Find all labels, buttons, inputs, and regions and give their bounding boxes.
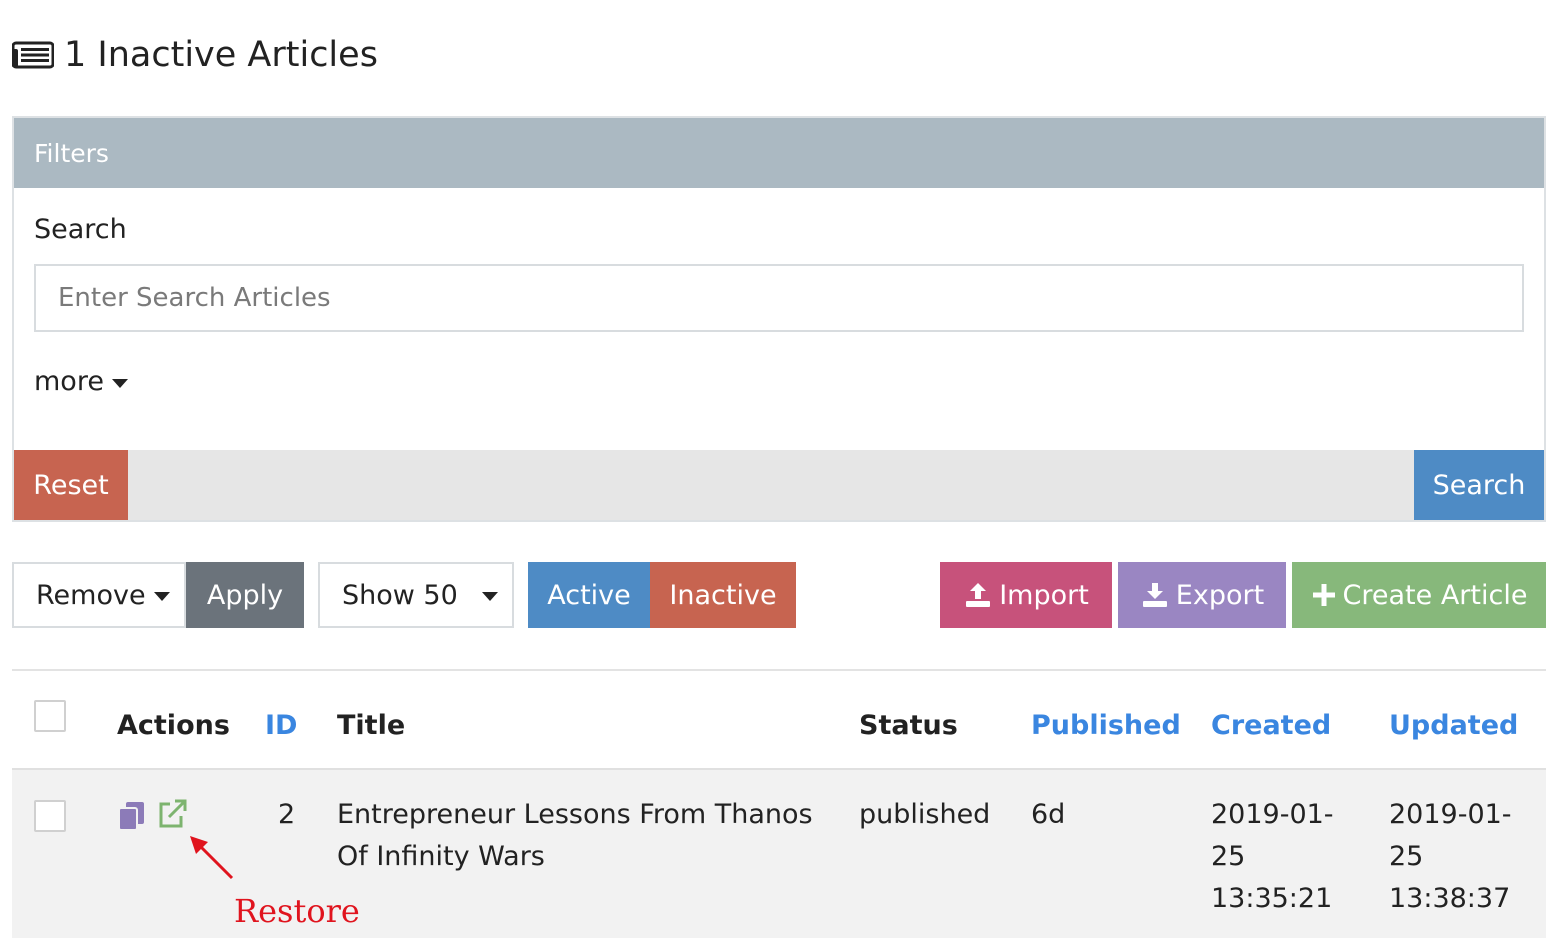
section-divider xyxy=(12,669,1546,671)
row-id: 2 xyxy=(278,799,296,830)
download-icon xyxy=(1142,583,1167,607)
search-button[interactable]: Search xyxy=(1414,450,1544,520)
page-title: 1 Inactive Articles xyxy=(12,30,378,80)
column-header-id[interactable]: ID xyxy=(265,710,297,741)
export-label: Export xyxy=(1175,579,1265,611)
export-button[interactable]: Export xyxy=(1118,562,1286,628)
row-title-line2: Of Infinity Wars xyxy=(337,841,545,872)
row-published: 6d xyxy=(1031,799,1066,830)
row-updated-line2: 25 xyxy=(1389,841,1424,872)
inactive-filter-button[interactable]: Inactive xyxy=(650,562,796,628)
caret-down-icon xyxy=(482,592,498,601)
caret-down-icon xyxy=(154,592,170,601)
column-header-actions: Actions xyxy=(117,710,230,741)
row-updated: 2019-01- 25 13:38:37 xyxy=(1389,794,1512,920)
toolbar: Remove Apply Show 50 Active Inactive Imp… xyxy=(12,562,1546,628)
row-title[interactable]: Entrepreneur Lessons From Thanos Of Infi… xyxy=(337,794,813,878)
row-created: 2019-01- 25 13:35:21 xyxy=(1211,794,1334,920)
restore-icon[interactable] xyxy=(156,798,188,830)
filters-header: Filters xyxy=(14,118,1544,188)
row-created-line1: 2019-01- xyxy=(1211,799,1334,830)
row-created-line2: 25 xyxy=(1211,841,1246,872)
newspaper-icon xyxy=(12,41,54,69)
reset-button[interactable]: Reset xyxy=(14,450,128,520)
plus-icon xyxy=(1312,584,1335,606)
page-size-value: Show 50 xyxy=(342,579,458,611)
search-label: Search xyxy=(34,214,127,245)
annotation-arrow-icon xyxy=(190,836,234,880)
select-all-checkbox[interactable] xyxy=(34,700,66,732)
row-updated-line3: 13:38:37 xyxy=(1389,883,1511,914)
filters-footer: Reset Search xyxy=(14,450,1544,520)
row-status: published xyxy=(859,799,991,830)
column-header-published[interactable]: Published xyxy=(1031,710,1181,741)
row-updated-line1: 2019-01- xyxy=(1389,799,1512,830)
page-size-select[interactable]: Show 50 xyxy=(318,562,514,628)
bulk-action-value: Remove xyxy=(36,579,146,611)
upload-icon xyxy=(966,583,991,607)
search-input[interactable] xyxy=(34,264,1524,332)
row-created-line3: 13:35:21 xyxy=(1211,883,1333,914)
column-header-title: Title xyxy=(337,710,406,741)
more-filters-label: more xyxy=(34,366,104,397)
column-header-updated[interactable]: Updated xyxy=(1389,710,1518,741)
row-title-line1: Entrepreneur Lessons From Thanos xyxy=(337,799,813,830)
import-label: Import xyxy=(999,579,1089,611)
filters-panel: Filters Search more Reset Search xyxy=(12,116,1546,522)
import-button[interactable]: Import xyxy=(940,562,1112,628)
create-article-label: Create Article xyxy=(1342,579,1528,611)
active-filter-button[interactable]: Active xyxy=(528,562,650,628)
create-article-button[interactable]: Create Article xyxy=(1292,562,1546,628)
page-title-text: 1 Inactive Articles xyxy=(64,35,378,75)
bulk-action-select[interactable]: Remove xyxy=(12,562,186,628)
column-header-status: Status xyxy=(859,710,958,741)
copy-icon[interactable] xyxy=(116,800,148,832)
apply-button[interactable]: Apply xyxy=(186,562,304,628)
column-header-created[interactable]: Created xyxy=(1211,710,1331,741)
caret-down-icon xyxy=(111,379,128,388)
more-filters-toggle[interactable]: more xyxy=(34,366,128,397)
filters-header-label: Filters xyxy=(34,138,109,168)
row-checkbox[interactable] xyxy=(34,800,66,832)
restore-annotation: Restore xyxy=(234,892,360,930)
